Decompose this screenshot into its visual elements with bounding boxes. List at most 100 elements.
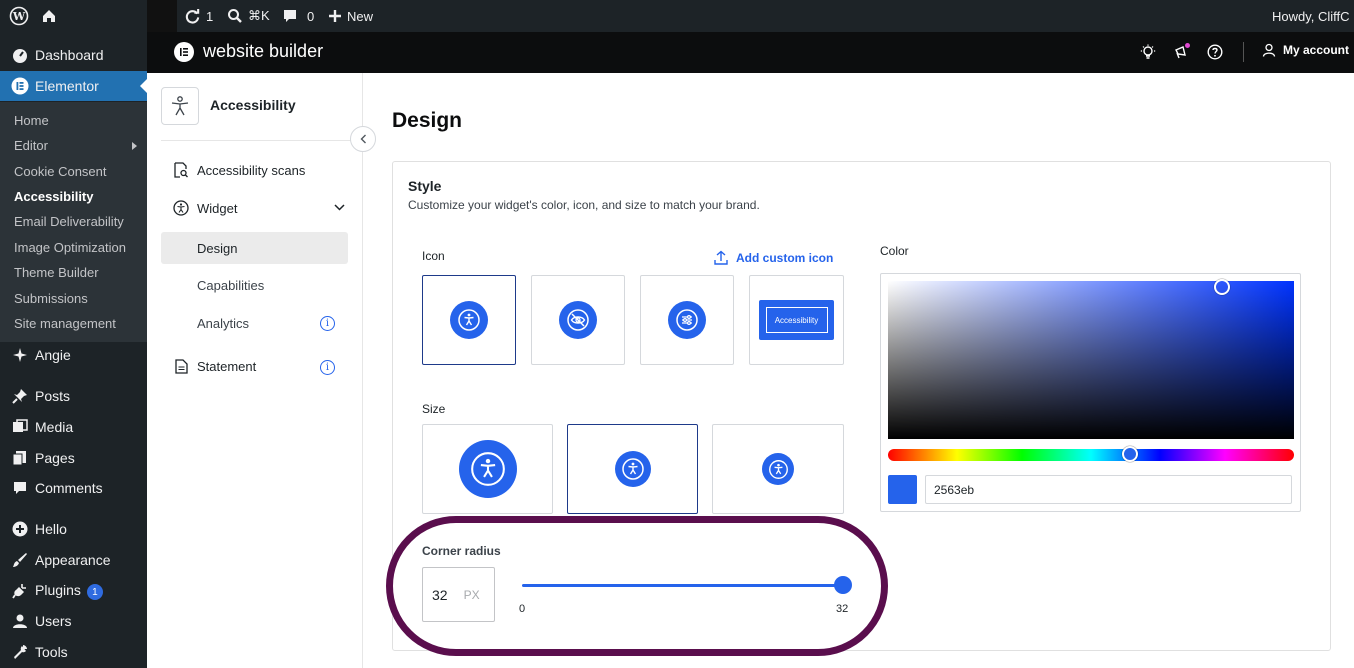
icon-option-accessibility-person[interactable] — [422, 275, 516, 365]
nav-capabilities[interactable]: Capabilities — [161, 269, 348, 301]
add-custom-icon-button[interactable]: Add custom icon — [714, 250, 833, 265]
pushpin-icon — [11, 387, 29, 405]
menu-item-media[interactable]: Media — [0, 412, 147, 442]
menu-item-hello[interactable]: Hello — [0, 514, 147, 544]
user-icon — [11, 612, 29, 630]
search-icon — [228, 9, 242, 23]
accessibility-person-icon — [768, 459, 788, 479]
submenu-item-submissions[interactable]: Submissions — [14, 291, 88, 306]
user-icon — [1262, 43, 1276, 57]
submenu-item-email-deliverability[interactable]: Email Deliverability — [14, 214, 124, 229]
slider-min-label: 0 — [519, 603, 526, 615]
saturation-area[interactable] — [888, 281, 1294, 439]
side-panel-title: Accessibility — [210, 97, 296, 113]
size-option-large[interactable] — [422, 424, 553, 514]
upload-icon — [714, 250, 728, 265]
statement-info-icon[interactable]: i — [320, 360, 335, 375]
analytics-info-icon[interactable]: i — [320, 316, 335, 331]
submenu-item-editor[interactable]: Editor — [14, 138, 48, 153]
submenu-item-home[interactable]: Home — [14, 113, 49, 128]
howdy-account[interactable]: Howdy, CliffC — [1272, 0, 1350, 32]
style-title: Style — [408, 178, 442, 194]
new-label: New — [347, 8, 374, 24]
submenu-item-cookie-consent[interactable]: Cookie Consent — [14, 164, 107, 179]
side-panel-divider — [161, 140, 351, 141]
corner-radius-value: 32 — [432, 586, 448, 603]
menu-item-angie[interactable]: Angie — [0, 340, 147, 370]
icon-option-text-button[interactable]: Accessibility — [749, 275, 844, 365]
collapse-sidebar-button[interactable] — [350, 126, 376, 152]
icon-preview — [450, 301, 488, 339]
comments-button[interactable]: 0 — [282, 0, 314, 32]
wrench-icon — [11, 643, 29, 661]
nav-design[interactable]: Design — [161, 232, 348, 264]
icon-preview — [559, 301, 597, 339]
saturation-handle[interactable] — [1214, 279, 1230, 295]
slider-max-label: 32 — [836, 603, 849, 615]
submenu-item-site-management[interactable]: Site management — [14, 316, 116, 331]
menu-item-tools[interactable]: Tools — [0, 637, 147, 667]
submenu-item-image-optimization[interactable]: Image Optimization — [14, 240, 126, 255]
nav-widget[interactable]: Widget — [161, 193, 361, 223]
hex-color-input[interactable]: 2563eb — [925, 475, 1292, 504]
accessibility-circle-icon — [173, 200, 189, 216]
corner-radius-input[interactable]: 32 PX — [422, 567, 495, 622]
lightbulb-icon[interactable] — [1139, 43, 1157, 61]
submenu-item-accessibility[interactable]: Accessibility — [14, 189, 94, 204]
size-option-small[interactable] — [712, 424, 844, 514]
color-picker: 2563eb — [880, 273, 1301, 512]
document-search-icon — [173, 162, 189, 178]
icon-option-sliders[interactable] — [640, 275, 734, 365]
wordpress-logo-icon[interactable]: W — [9, 0, 29, 32]
corner-radius-slider-handle[interactable] — [834, 576, 852, 594]
menu-item-comments[interactable]: Comments — [0, 473, 147, 503]
accessibility-person-icon — [470, 452, 505, 486]
size-preview-small — [762, 453, 794, 485]
updates-count: 1 — [206, 8, 214, 24]
help-icon[interactable] — [1206, 43, 1224, 61]
updates-button[interactable]: 1 — [184, 0, 213, 32]
elementor-logo-icon — [174, 42, 194, 62]
sliders-icon — [676, 309, 698, 331]
new-content-button[interactable]: New — [328, 0, 373, 32]
menu-item-plugins[interactable]: Plugins 1 — [0, 576, 147, 606]
accessibility-person-icon — [161, 87, 199, 125]
media-icon — [11, 418, 29, 436]
eye-slash-icon — [567, 309, 589, 331]
menu-label: Plugins 1 — [35, 582, 103, 601]
menu-item-dashboard[interactable]: Dashboard — [0, 40, 147, 70]
hue-slider[interactable] — [888, 449, 1294, 461]
menu-item-users[interactable]: Users — [0, 606, 147, 636]
size-option-medium[interactable] — [567, 424, 698, 514]
icon-option-eye-slash[interactable] — [531, 275, 625, 365]
current-menu-arrow-icon — [140, 79, 147, 93]
menu-item-posts[interactable]: Posts — [0, 381, 147, 411]
search-shortcut: ⌘K — [248, 8, 270, 23]
menu-item-appearance[interactable]: Appearance — [0, 545, 147, 575]
text-button-label: Accessibility — [765, 307, 828, 333]
menu-item-elementor[interactable]: Elementor — [0, 71, 147, 101]
accessibility-person-icon — [621, 458, 644, 480]
search-button[interactable]: ⌘K — [227, 0, 270, 32]
admin-bar-spacer — [147, 0, 177, 32]
menu-label: Dashboard — [35, 47, 104, 63]
size-preview-large — [458, 440, 517, 498]
nav-label: Analytics — [197, 315, 250, 331]
refresh-icon — [185, 8, 200, 24]
corner-radius-slider-track[interactable] — [522, 584, 843, 587]
menu-label: Tools — [35, 644, 68, 660]
svg-text:W: W — [12, 10, 26, 23]
submenu-item-theme-builder[interactable]: Theme Builder — [14, 265, 99, 280]
dashboard-gauge-icon — [11, 46, 29, 64]
pages-icon — [11, 449, 29, 467]
hue-handle[interactable] — [1122, 446, 1138, 462]
style-card: Style Customize your widget's color, ico… — [392, 161, 1331, 651]
my-account-button[interactable]: My account — [1262, 43, 1349, 57]
home-icon[interactable] — [40, 0, 58, 32]
nav-accessibility-scans[interactable]: Accessibility scans — [161, 155, 361, 185]
menu-label: Pages — [35, 450, 75, 466]
menu-item-pages[interactable]: Pages — [0, 443, 147, 473]
menu-label: Users — [35, 613, 72, 629]
megaphone-icon[interactable] — [1173, 43, 1191, 61]
icon-preview — [668, 301, 706, 339]
